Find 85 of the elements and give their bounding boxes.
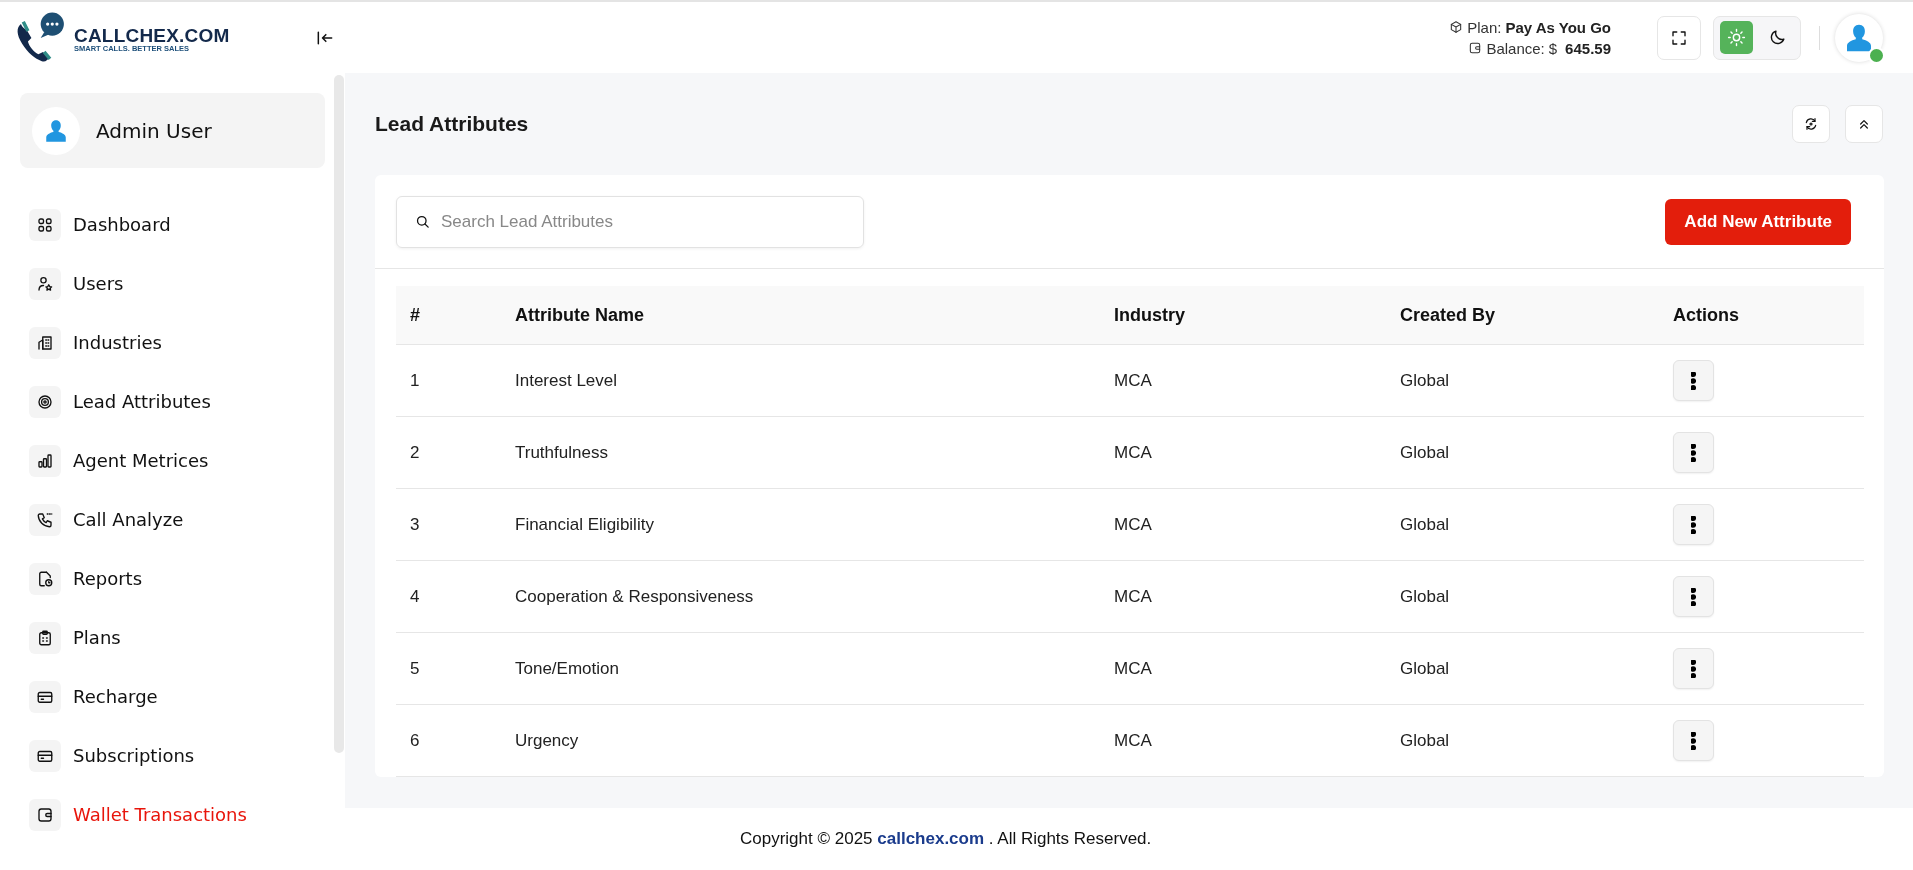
sidebar-item[interactable]: Wallet Transactions: [20, 785, 325, 844]
user-star-icon: [36, 274, 54, 293]
sidebar-item[interactable]: Agent Metrices: [20, 431, 325, 490]
table-cell-text: Global: [1399, 586, 1451, 607]
sidebar-item[interactable]: Call Analyze: [20, 490, 325, 549]
site-link[interactable]: callchex.com: [877, 829, 985, 848]
more-vertical-icon: [1691, 731, 1696, 750]
sidebar-item[interactable]: Lead Attributes: [20, 372, 325, 431]
more-vertical-icon: [1691, 371, 1696, 390]
target-icon: [36, 392, 54, 411]
refresh-icon: [1803, 116, 1819, 132]
row-actions-button[interactable]: [1673, 432, 1714, 473]
logo-name: CALLCHEX.COM: [74, 26, 230, 44]
table-cell-text: MCA: [1113, 586, 1153, 607]
moon-icon: [1768, 28, 1787, 47]
more-vertical-icon: [1691, 515, 1696, 534]
row-actions-button[interactable]: [1673, 720, 1714, 761]
table-cell-text: 2: [409, 442, 421, 463]
page-title: Lead Attributes: [375, 112, 529, 136]
more-vertical-icon: [1691, 587, 1696, 606]
table-cell-text: 4: [409, 586, 421, 607]
table-cell-text: 3: [409, 514, 421, 535]
person-icon: [43, 117, 69, 144]
row-actions-button[interactable]: [1673, 648, 1714, 689]
table-cell-text: Global: [1399, 370, 1451, 391]
fullscreen-button[interactable]: [1657, 15, 1701, 60]
table-cell-text: Tone/Emotion: [514, 658, 620, 679]
collapse-button[interactable]: [1845, 105, 1883, 143]
balance-value: 645.59: [1565, 39, 1611, 57]
table-cell-text: Global: [1399, 658, 1451, 679]
table-cell-text: MCA: [1113, 514, 1153, 535]
building-icon: [36, 333, 54, 352]
table-cell-text: MCA: [1113, 658, 1153, 679]
balance-label: Balance:: [1486, 39, 1545, 57]
bar-chart-icon: [36, 451, 54, 470]
more-vertical-icon: [1691, 443, 1696, 462]
sun-icon: [1727, 28, 1746, 47]
add-attribute-button[interactable]: Add New Attribute: [1665, 198, 1851, 245]
refresh-button[interactable]: [1792, 105, 1830, 143]
row-actions-button[interactable]: [1673, 360, 1714, 401]
column-header: Attribute Name: [514, 304, 645, 326]
column-header: Actions: [1672, 304, 1740, 326]
sidebar-item[interactable]: Recharge: [20, 667, 325, 726]
clipboard-icon: [36, 628, 54, 647]
table-cell-text: MCA: [1113, 730, 1153, 751]
table-cell-text: Interest Level: [514, 370, 619, 391]
light-mode-button[interactable]: [1720, 21, 1753, 54]
sidebar-item[interactable]: Industries: [20, 313, 325, 372]
row-actions-button[interactable]: [1673, 504, 1714, 545]
sidebar-item[interactable]: Users: [20, 254, 325, 313]
table-cell-text: 6: [409, 730, 421, 751]
sidebar-item[interactable]: Dashboard: [20, 195, 325, 254]
box-icon: [1449, 20, 1464, 34]
column-header: #: [409, 304, 421, 326]
table-cell-text: Global: [1399, 514, 1451, 535]
user-name: Admin User: [96, 118, 212, 143]
phone-icon: [36, 510, 54, 529]
currency-symbol: $: [1548, 39, 1558, 57]
table-cell-text: Financial Eligibility: [514, 514, 655, 535]
document-clock-icon: [36, 569, 54, 588]
column-header: Created By: [1399, 304, 1497, 326]
plan-value: Pay As You Go: [1505, 18, 1611, 36]
table-cell-text: Cooperation & Responsiveness: [514, 586, 755, 607]
sidebar-item[interactable]: Plans: [20, 608, 325, 667]
column-header: Industry: [1113, 304, 1186, 326]
table-cell-text: Truthfulness: [514, 442, 609, 463]
table-cell-text: 5: [409, 658, 421, 679]
sidebar-item[interactable]: Subscriptions: [20, 726, 325, 785]
table-cell-text: MCA: [1113, 370, 1153, 391]
table-cell-text: MCA: [1113, 442, 1153, 463]
copyright-text: Copyright © 2025 callchex.com . All Rights Reserved.: [740, 829, 1152, 849]
row-actions-button[interactable]: [1673, 576, 1714, 617]
plan-label: Plan:: [1467, 18, 1502, 36]
avatar-button[interactable]: [1835, 13, 1883, 62]
table-cell-text: Urgency: [514, 730, 580, 751]
table-cell-text: Global: [1399, 730, 1451, 751]
table-cell-text: 1: [409, 370, 421, 391]
wallet-icon: [36, 805, 54, 824]
grid-icon: [36, 215, 54, 234]
sidebar-item[interactable]: Reports: [20, 549, 325, 608]
table-cell-text: Global: [1399, 442, 1451, 463]
more-vertical-icon: [1691, 659, 1696, 678]
wallet-icon: [1468, 41, 1483, 55]
search-field[interactable]: Search Lead Attributes: [396, 195, 864, 248]
fullscreen-icon: [1670, 28, 1688, 47]
